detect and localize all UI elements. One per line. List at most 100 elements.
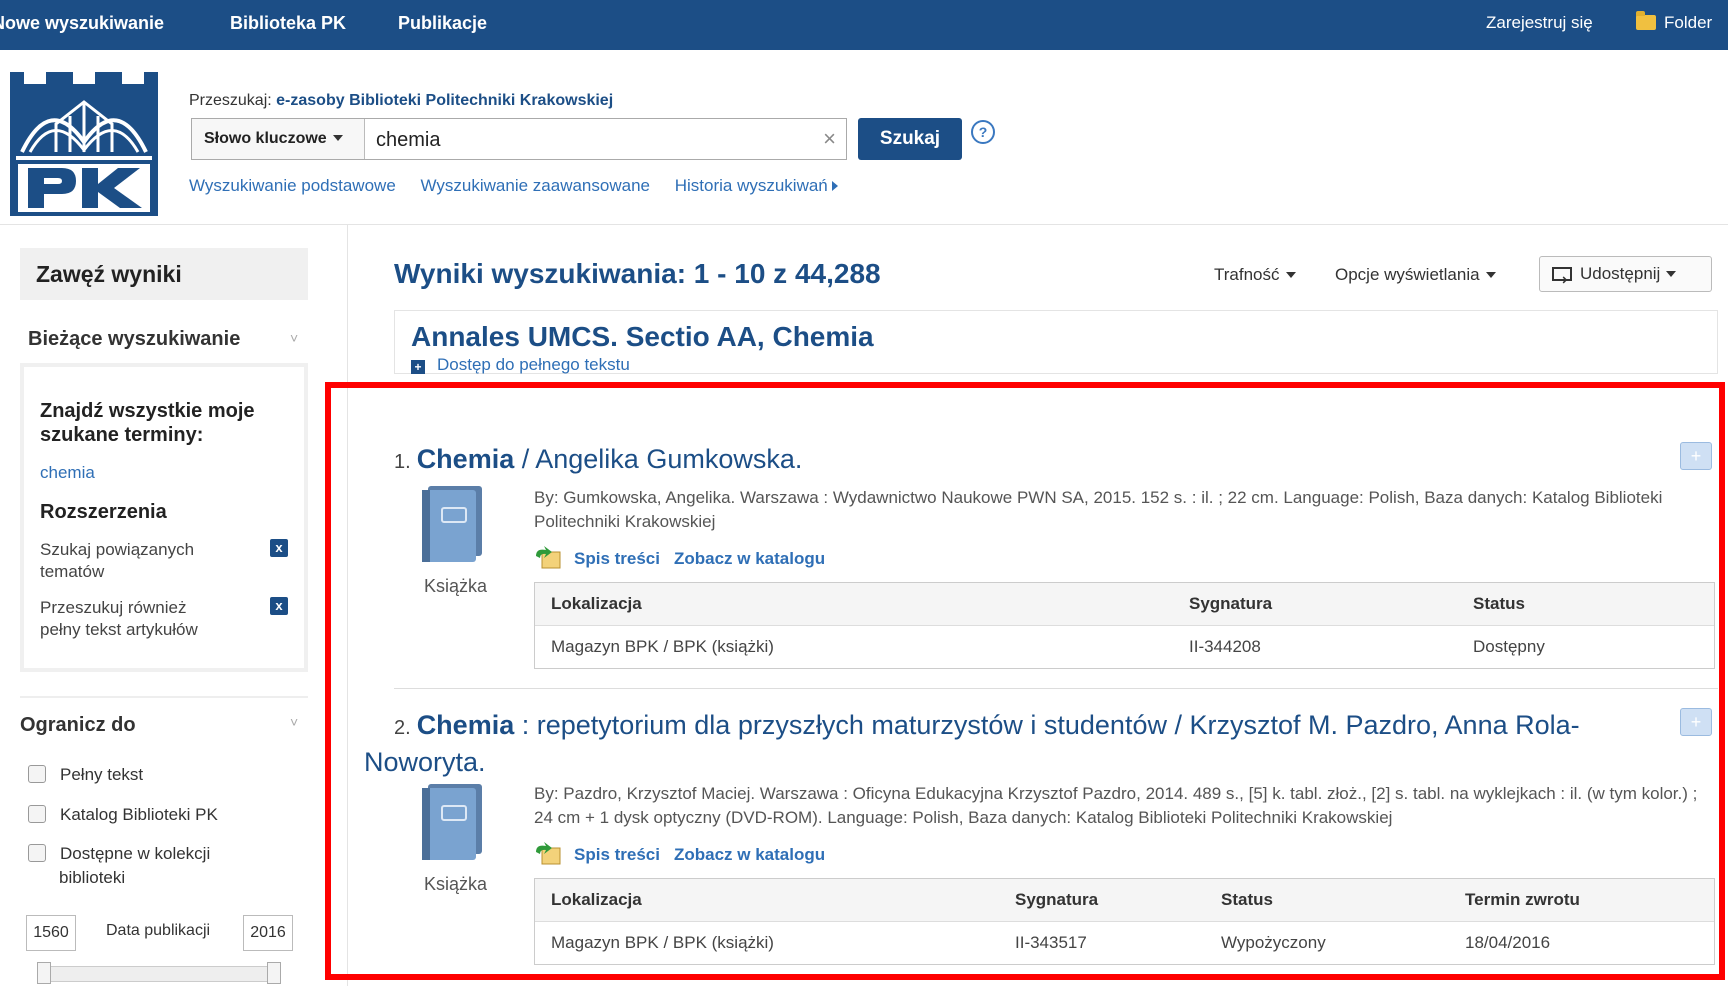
date-range-slider[interactable] [37, 966, 281, 982]
table-cell: Magazyn BPK / BPK (książki) [551, 637, 774, 656]
extensions-heading: Rozszerzenia [40, 501, 167, 523]
nav-publications[interactable]: Publikacje [398, 13, 487, 34]
table-of-contents-icon [536, 842, 561, 865]
sidebar-separator [20, 696, 308, 698]
plus-icon: + [411, 360, 425, 374]
date-from-input[interactable]: 1560 [26, 915, 76, 951]
table-cell: Wypożyczony [1221, 933, 1326, 952]
search-field-label: Słowo kluczowe [204, 130, 327, 147]
table-cell: II-344208 [1189, 637, 1261, 656]
register-link[interactable]: Zarejestruj się [1486, 13, 1593, 33]
search-scope-prefix: Przeszukaj: [189, 92, 272, 109]
result-title-rest[interactable]: : repetytorium dla przyszłych maturzystó… [364, 710, 1580, 777]
chevron-down-icon[interactable]: ˅ [290, 330, 298, 346]
advanced-search-link[interactable]: Wyszukiwanie zaawansowane [421, 176, 650, 195]
result-title-link[interactable]: Chemia [417, 444, 515, 474]
result-description: By: Gumkowska, Angelika. Warszawa : Wyda… [534, 488, 1663, 531]
add-to-folder-icon[interactable]: + [1680, 442, 1712, 470]
view-in-catalog-link[interactable]: Zobacz w katalogu [674, 845, 825, 864]
display-options-dropdown[interactable]: Opcje wyświetlania [1335, 265, 1496, 285]
checkbox[interactable] [28, 765, 46, 783]
limit-catalog[interactable]: Katalog Biblioteki PK [28, 803, 218, 827]
holdings-table: Lokalizacja Sygnatura Status Termin zwro… [534, 878, 1715, 965]
result-title-rest[interactable]: / Angelika Gumkowska. [514, 444, 803, 474]
nav-new-search[interactable]: Nowe wyszukiwanie [0, 13, 164, 34]
column-header: Termin zwrotu [1465, 890, 1580, 909]
checkbox[interactable] [28, 844, 46, 862]
search-scope-source: e-zasoby Biblioteki Politechniki Krakows… [276, 92, 614, 109]
result-title-link[interactable]: Chemia [417, 710, 515, 740]
search-field-select[interactable]: Słowo kluczowe [192, 119, 365, 159]
table-cell: 18/04/2016 [1465, 933, 1551, 952]
display-options-label: Opcje wyświetlania [1335, 265, 1480, 284]
sort-label: Trafność [1214, 265, 1280, 284]
result-item: 1. Chemia / Angelika Gumkowska. + Książka… [394, 442, 1718, 672]
table-row: Magazyn BPK / BPK (książki) II-344208 Do… [535, 626, 1714, 668]
result-title: 1. Chemia / Angelika Gumkowska. [394, 442, 1654, 479]
table-of-contents-link[interactable]: Spis treści [574, 549, 660, 568]
results-heading: Wyniki wyszukiwania: 1 - 10 z 44,288 [394, 258, 881, 289]
clear-icon[interactable]: × [823, 126, 836, 152]
result-item: 2. Chemia : repetytorium dla przyszłych m… [364, 708, 1718, 978]
caret-down-icon [1285, 272, 1296, 278]
publication-title-link[interactable]: Annales UMCS. Sectio AA, Chemia [411, 321, 874, 353]
result-links: Spis treści Zobacz w katalogu [534, 546, 839, 570]
book-icon[interactable] [422, 486, 482, 562]
result-description: By: Pazdro, Krzysztof Maciej. Warszawa :… [534, 784, 1698, 827]
limit-full-text[interactable]: Pełny tekst [28, 763, 143, 787]
nav-library-pk[interactable]: Biblioteka PK [230, 13, 346, 34]
search-scope-label: Przeszukaj: e-zasoby Biblioteki Politech… [189, 92, 613, 110]
holdings-header-row: Lokalizacja Sygnatura Status Termin zwro… [535, 879, 1714, 922]
current-search-heading[interactable]: Bieżące wyszukiwanie [28, 328, 240, 351]
pk-logo[interactable] [10, 72, 158, 216]
related-topics-option: Szukaj powiązanych tematów [40, 540, 195, 581]
checkbox[interactable] [28, 805, 46, 823]
caret-down-icon [1485, 272, 1496, 278]
remove-related-topics-icon[interactable]: x [270, 539, 288, 557]
result-links: Spis treści Zobacz w katalogu [534, 842, 839, 866]
limit-available-label: Dostępne w kolekcji biblioteki [59, 844, 211, 887]
search-input[interactable] [374, 125, 798, 155]
caret-down-icon [1666, 271, 1677, 277]
slider-handle-right[interactable] [267, 962, 281, 984]
table-row: Magazyn BPK / BPK (książki) II-343517 Wy… [535, 922, 1714, 964]
current-search-panel: Znajdź wszystkie moje szukane terminy: c… [20, 363, 308, 672]
column-header: Sygnatura [1189, 594, 1273, 613]
basic-search-link[interactable]: Wyszukiwanie podstawowe [189, 176, 396, 195]
folder-label: Folder [1664, 13, 1713, 32]
sort-dropdown[interactable]: Trafność [1214, 265, 1296, 285]
search-history-link[interactable]: Historia wyszukiwań [675, 176, 838, 195]
result-number: 2. [394, 717, 411, 739]
full-text-access-link[interactable]: + Dostęp do pełnego tekstu [411, 355, 630, 375]
date-to-input[interactable]: 2016 [243, 915, 293, 951]
share-button[interactable]: Udostępnij [1539, 256, 1712, 297]
search-button[interactable]: Szukaj [858, 118, 962, 160]
search-links: Wyszukiwanie podstawowe Wyszukiwanie zaa… [189, 176, 858, 196]
slider-handle-left[interactable] [37, 962, 51, 984]
table-cell: Magazyn BPK / BPK (książki) [551, 933, 774, 952]
caret-down-icon [332, 135, 343, 141]
column-header: Sygnatura [1015, 890, 1099, 909]
column-header: Status [1221, 890, 1273, 909]
limit-to-heading[interactable]: Ogranicz do [20, 714, 136, 737]
folder-link[interactable]: Folder [1636, 11, 1713, 33]
triangle-right-icon [831, 181, 838, 191]
share-label: Udostępnij [1580, 264, 1661, 283]
add-to-folder-icon[interactable]: + [1680, 708, 1712, 736]
table-of-contents-link[interactable]: Spis treści [574, 845, 660, 864]
full-text-access-label: Dostęp do pełnego tekstu [437, 355, 630, 374]
search-term-link[interactable]: chemia [40, 463, 95, 483]
share-icon [1552, 263, 1572, 297]
column-header: Lokalizacja [551, 890, 642, 909]
remove-full-text-icon[interactable]: x [270, 597, 288, 615]
refine-results-heading: Zawęź wyniki [20, 248, 308, 300]
help-icon[interactable]: ? [971, 120, 995, 144]
view-in-catalog-link[interactable]: Zobacz w katalogu [674, 549, 825, 568]
top-navigation-bar: Nowe wyszukiwanie Biblioteka PK Publikac… [0, 0, 1728, 50]
holdings-header-row: Lokalizacja Sygnatura Status [535, 583, 1714, 626]
limit-full-text-label: Pełny tekst [60, 765, 144, 784]
chevron-down-icon[interactable]: ˅ [290, 714, 298, 730]
book-icon[interactable] [422, 784, 482, 860]
search-history-label: Historia wyszukiwań [674, 176, 828, 195]
limit-available[interactable]: Dostępne w kolekcji biblioteki [28, 842, 279, 890]
